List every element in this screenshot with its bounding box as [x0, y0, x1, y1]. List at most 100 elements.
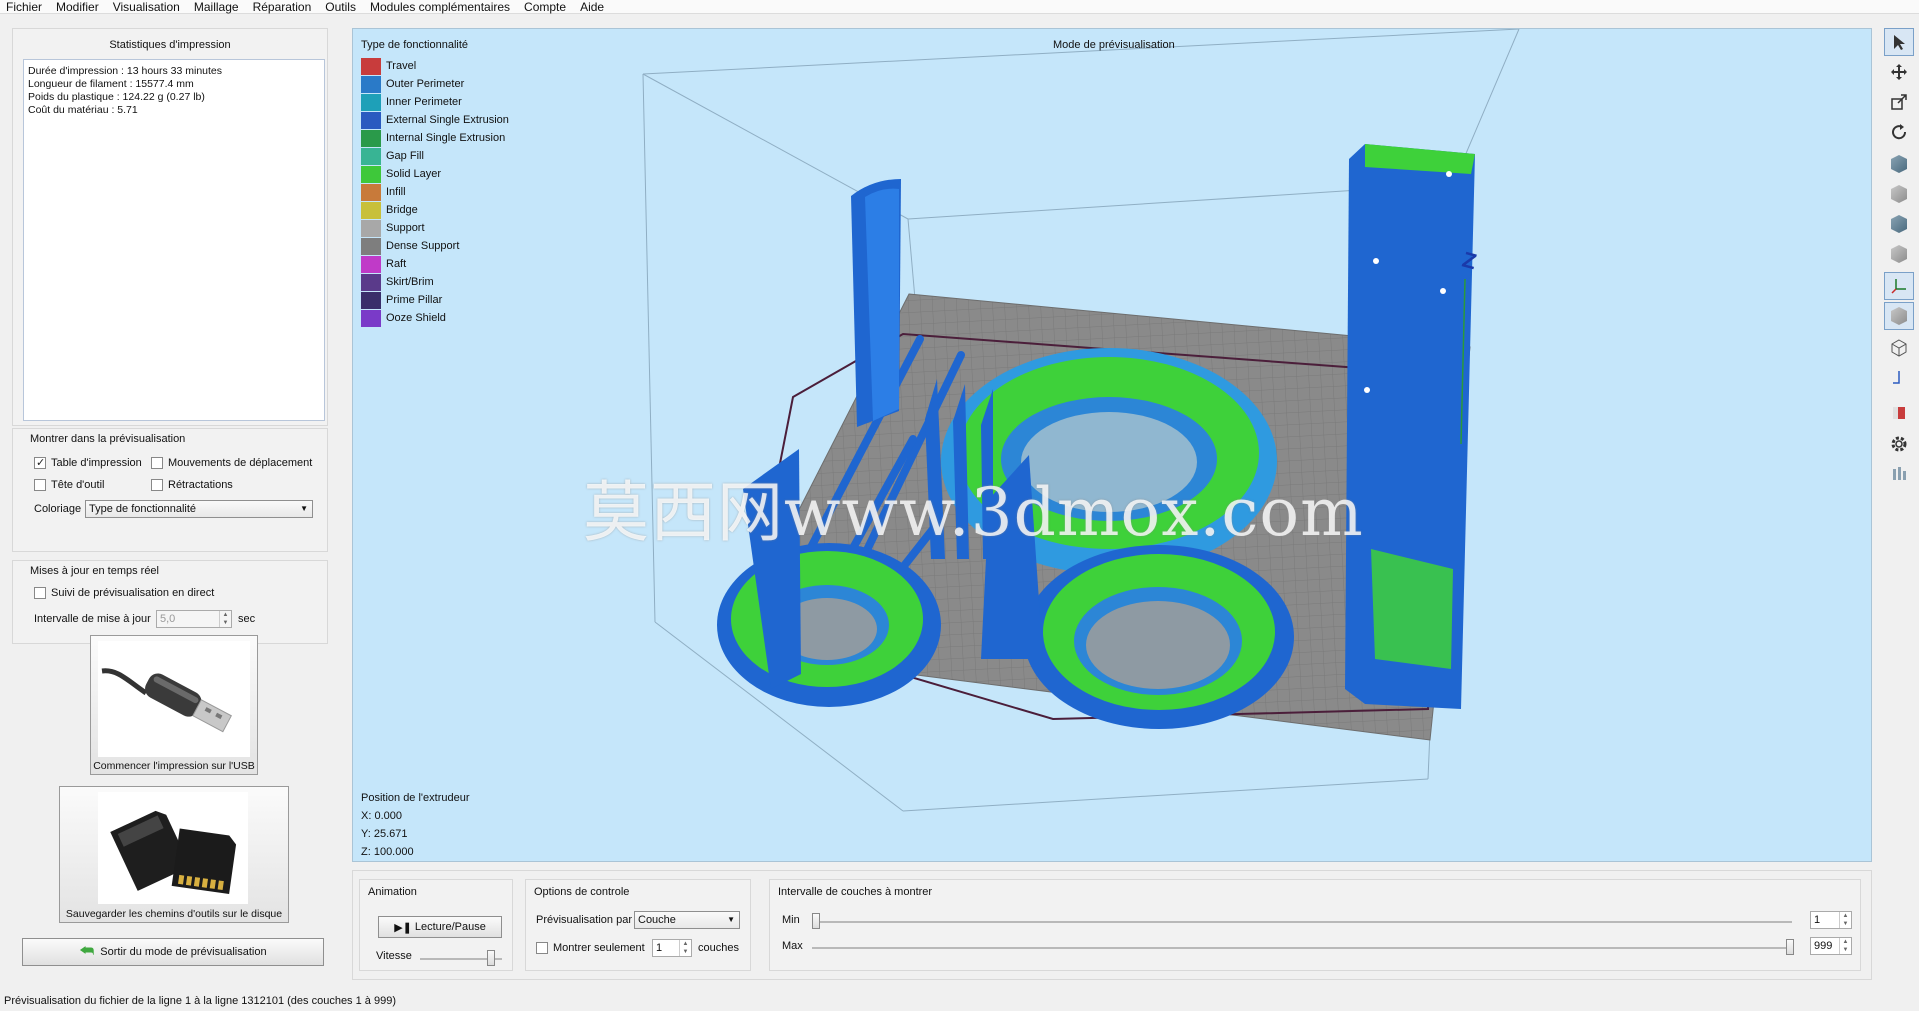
- legend-item: Dense Support: [361, 237, 509, 255]
- toolpath-scene[interactable]: Z: [353, 29, 1871, 861]
- build-table-checkbox[interactable]: [34, 456, 46, 469]
- legend-swatch: [361, 165, 381, 183]
- min-layer-value: 1: [1814, 914, 1821, 926]
- show-only-checkbox[interactable]: [536, 942, 548, 954]
- select-icon[interactable]: [1884, 28, 1914, 56]
- retractions-checkbox-row[interactable]: Rétractations: [151, 479, 233, 491]
- min-layer-input[interactable]: 1 ▲ ▼: [1810, 911, 1852, 929]
- legend-label: Dense Support: [386, 240, 460, 252]
- preview-controls: Animation ▶❚ Lecture/Pause Vitesse Optio…: [352, 870, 1872, 980]
- menu-reparation[interactable]: Réparation: [253, 0, 312, 14]
- min-layer-slider-handle[interactable]: [812, 913, 820, 929]
- wireframe-icon[interactable]: [1884, 334, 1914, 362]
- menu-aide[interactable]: Aide: [580, 0, 604, 14]
- save-toolpaths-button[interactable]: Sauvegarder les chemins d'outils sur le …: [59, 786, 289, 923]
- usb-print-button[interactable]: Commencer l'impression sur l'USB: [90, 635, 258, 775]
- usb-print-label: Commencer l'impression sur l'USB: [93, 760, 255, 772]
- legend-swatch: [361, 183, 381, 201]
- travel-moves-checkbox[interactable]: [151, 457, 163, 469]
- extruder-z: Z: 100.000: [361, 846, 414, 858]
- legend-label: Infill: [386, 186, 406, 198]
- legend-item: Support: [361, 219, 509, 237]
- view-top-icon[interactable]: [1884, 210, 1914, 238]
- legend-swatch: [361, 219, 381, 237]
- print-stats-title: Statistiques d'impression: [109, 39, 231, 51]
- travel-moves-checkbox-row[interactable]: Mouvements de déplacement: [151, 457, 312, 469]
- extruder-position-title: Position de l'extrudeur: [361, 792, 470, 804]
- coloring-select[interactable]: Type de fonctionnalité ▼: [85, 500, 313, 518]
- show-only-layers-input[interactable]: 1 ▲ ▼: [652, 939, 692, 957]
- spin-arrows-icon[interactable]: ▲ ▼: [1839, 912, 1851, 928]
- menu-fichier[interactable]: Fichier: [6, 0, 42, 14]
- retractions-label: Rétractations: [168, 479, 233, 491]
- spin-arrows-icon[interactable]: ▲ ▼: [679, 940, 691, 956]
- legend-swatch: [361, 57, 381, 75]
- stat-material-cost: Coût du matériau : 5.71: [28, 104, 138, 116]
- max-layer-input[interactable]: 999 ▲ ▼: [1810, 937, 1852, 955]
- legend-item: Travel: [361, 57, 509, 75]
- legend-item: Inner Perimeter: [361, 93, 509, 111]
- legend-item: Outer Perimeter: [361, 75, 509, 93]
- scale-icon[interactable]: [1884, 88, 1914, 116]
- menu-maillage[interactable]: Maillage: [194, 0, 239, 14]
- show-only-value: 1: [656, 942, 663, 954]
- legend-swatch: [361, 201, 381, 219]
- bars-icon[interactable]: [1884, 460, 1914, 488]
- update-interval-label: Intervalle de mise à jour: [34, 613, 151, 625]
- view-side-icon[interactable]: [1884, 240, 1914, 268]
- preview-by-select[interactable]: Couche ▼: [634, 911, 740, 929]
- rotate-icon[interactable]: [1884, 118, 1914, 146]
- settings-icon[interactable]: [1884, 430, 1914, 458]
- update-interval-input[interactable]: 5,0 ▲ ▼: [156, 610, 232, 628]
- spin-arrows-icon[interactable]: ▲ ▼: [1839, 938, 1851, 954]
- realtime-updates-title: Mises à jour en temps réel: [30, 565, 159, 577]
- legend-label: Solid Layer: [386, 168, 442, 180]
- menu-modifier[interactable]: Modifier: [56, 0, 99, 14]
- view-front-icon[interactable]: [1884, 180, 1914, 208]
- tool-head-checkbox[interactable]: [34, 479, 46, 491]
- sd-card-image: [98, 792, 248, 904]
- legend-swatch: [361, 309, 381, 327]
- solid-view-icon[interactable]: [1884, 302, 1914, 330]
- live-preview-label: Suivi de prévisualisation en direct: [51, 587, 215, 599]
- show-in-preview-group: Montrer dans la prévisualisation Table d…: [12, 428, 328, 552]
- show-only-label: Montrer seulement: [553, 942, 645, 954]
- axes-icon[interactable]: [1884, 272, 1914, 300]
- back-arrow-icon: ⮪: [79, 943, 95, 960]
- preview-viewport[interactable]: Z Type de fonctionnalité Travel Outer Per…: [352, 28, 1872, 862]
- max-layer-slider-handle[interactable]: [1786, 939, 1794, 955]
- chevron-down-icon: ▼: [300, 504, 308, 513]
- build-icon[interactable]: [1884, 398, 1914, 426]
- menu-modules[interactable]: Modules complémentaires: [370, 0, 510, 14]
- live-preview-checkbox-row[interactable]: Suivi de prévisualisation en direct: [34, 587, 214, 599]
- retractions-checkbox[interactable]: [151, 479, 163, 491]
- legend-swatch: [361, 255, 381, 273]
- show-only-checkbox-row[interactable]: Montrer seulement: [536, 942, 645, 954]
- spin-arrows-icon[interactable]: ▲ ▼: [219, 611, 231, 627]
- legend-item: Infill: [361, 183, 509, 201]
- build-table-checkbox-row[interactable]: Table d'impression: [34, 456, 142, 469]
- preview-by-value: Couche: [638, 914, 676, 926]
- move-icon[interactable]: [1884, 58, 1914, 86]
- menu-bar: Fichier Modifier Visualisation Maillage …: [0, 0, 1919, 14]
- menu-compte[interactable]: Compte: [524, 0, 566, 14]
- preview-by-label: Prévisualisation par: [536, 914, 632, 926]
- play-pause-button[interactable]: ▶❚ Lecture/Pause: [378, 916, 502, 938]
- left-panel: Statistiques d'impression Durée d'impres…: [12, 28, 328, 968]
- center-icon[interactable]: [1884, 364, 1914, 392]
- update-interval-value: 5,0: [160, 613, 176, 625]
- exit-preview-button[interactable]: ⮪ Sortir du mode de prévisualisation: [22, 938, 324, 966]
- play-pause-label: Lecture/Pause: [414, 921, 486, 933]
- menu-outils[interactable]: Outils: [325, 0, 356, 14]
- max-layer-slider-track[interactable]: [812, 947, 1792, 949]
- speed-slider-handle[interactable]: [486, 950, 495, 966]
- menu-visualisation[interactable]: Visualisation: [113, 0, 180, 14]
- view-iso-icon[interactable]: [1884, 150, 1914, 178]
- exit-preview-label: Sortir du mode de prévisualisation: [100, 946, 267, 958]
- legend-swatch: [361, 75, 381, 93]
- tool-head-checkbox-row[interactable]: Tête d'outil: [34, 479, 104, 491]
- stat-plastic-weight: Poids du plastique : 124.22 g (0.27 lb): [28, 91, 205, 103]
- min-layer-slider-track[interactable]: [812, 921, 1792, 923]
- animation-title: Animation: [368, 886, 417, 898]
- live-preview-checkbox[interactable]: [34, 587, 46, 599]
